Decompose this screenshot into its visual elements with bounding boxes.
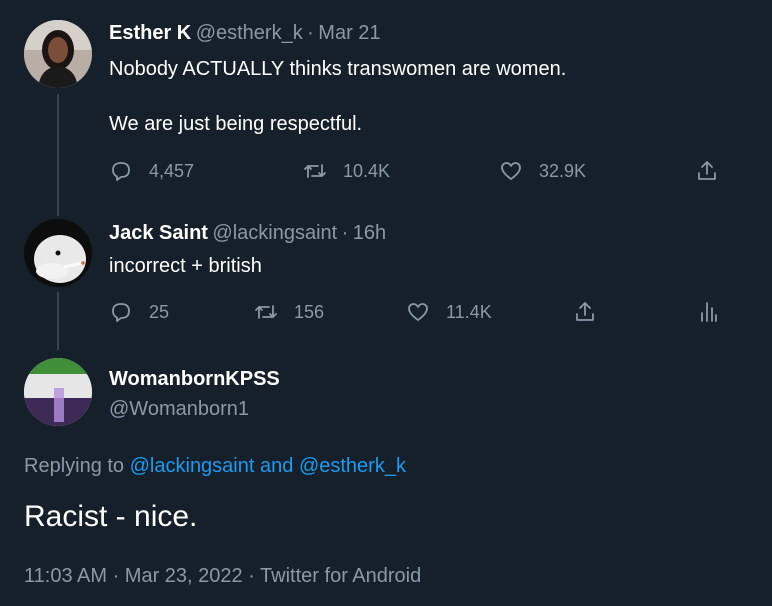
like-count: 32.9K	[539, 160, 587, 181]
avatar[interactable]	[24, 219, 92, 287]
like-button[interactable]: 11.4K	[406, 300, 492, 324]
reply-icon	[112, 303, 130, 322]
main-tweet-text: Racist - nice.	[24, 500, 198, 533]
retweet-count: 10.4K	[343, 160, 391, 181]
tweet-text: incorrect + british	[109, 255, 262, 277]
tweet-text: We are just being respectful.	[109, 113, 363, 135]
reply-button[interactable]: 25	[109, 300, 169, 324]
tweet-text: Nobody ACTUALLY thinks transwomen are wo…	[109, 58, 567, 80]
tweet-date[interactable]: 16h	[353, 222, 386, 244]
avatar[interactable]	[24, 20, 92, 88]
separator-dot: ·	[307, 22, 314, 44]
tweet-date[interactable]: Mar 21	[318, 22, 380, 44]
thread-line	[57, 94, 59, 216]
replying-label: Replying to	[24, 455, 125, 477]
replying-to: Replying to @lackingsaint and @estherk_k	[24, 455, 406, 478]
replying-and: and	[260, 455, 294, 477]
share-icon	[698, 161, 716, 180]
author-handle[interactable]: @lackingsaint	[212, 222, 337, 244]
like-count: 11.4K	[446, 301, 492, 322]
retweet-button[interactable]: 10.4K	[303, 159, 390, 183]
retweet-button[interactable]: 156	[254, 300, 324, 324]
share-button[interactable]	[573, 300, 597, 324]
separator-dot: ·	[341, 222, 349, 244]
like-button[interactable]: 32.9K	[499, 159, 586, 183]
share-icon	[576, 302, 594, 321]
reply-button[interactable]: 4,457	[109, 159, 194, 183]
like-icon	[501, 162, 521, 180]
replying-user-link[interactable]: @estherk_k	[299, 455, 406, 477]
author-name[interactable]: Jack Saint	[109, 222, 208, 244]
thread-line	[57, 292, 59, 350]
analytics-icon	[701, 302, 717, 322]
retweet-icon	[255, 305, 277, 319]
tweet-timestamp[interactable]: 11:03 AM · Mar 23, 2022 · Twitter for An…	[24, 565, 421, 588]
author-handle[interactable]: @estherk_k	[196, 22, 303, 44]
retweet-icon	[304, 164, 326, 178]
share-button[interactable]	[695, 159, 719, 183]
reply-icon	[112, 162, 130, 181]
author-handle[interactable]: @Womanborn1	[109, 398, 249, 421]
author-name[interactable]: Esther K	[109, 22, 191, 44]
author-name[interactable]: WomanbornKPSS	[109, 368, 280, 391]
avatar[interactable]	[24, 358, 92, 426]
retweet-count: 156	[294, 301, 325, 322]
reply-count: 25	[149, 301, 170, 322]
replying-user-link[interactable]: @lackingsaint	[130, 455, 255, 477]
like-icon	[408, 303, 428, 321]
reply-count: 4,457	[149, 160, 195, 181]
analytics-button[interactable]	[696, 300, 720, 324]
